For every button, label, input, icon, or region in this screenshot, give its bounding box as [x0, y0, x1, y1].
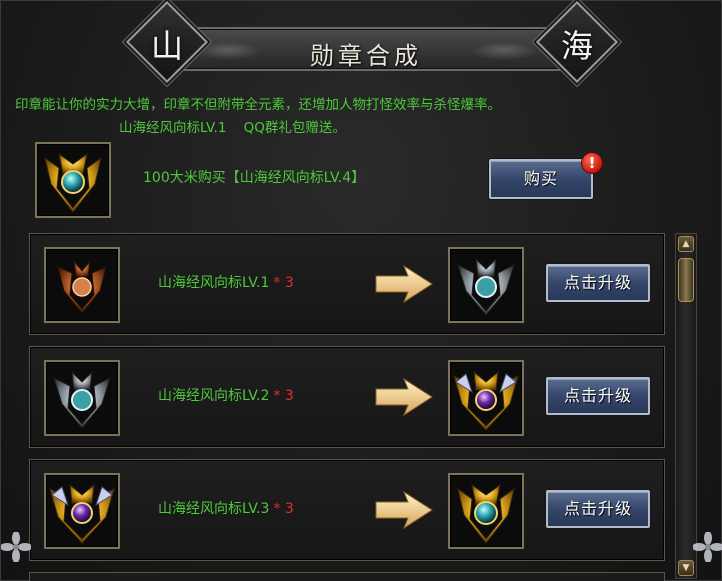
- flower-ornament-icon: [1, 532, 31, 562]
- upgrade-item-name: 山海经风向标LV.2: [158, 388, 270, 404]
- title-bar: 勋章合成: [161, 27, 571, 71]
- upgrade-item-label: 山海经风向标LV.2 * 3: [158, 385, 294, 405]
- upgrade-button[interactable]: 点击升级: [546, 490, 650, 528]
- silver-medal-graphic: [53, 370, 111, 429]
- gold-medal-graphic: [44, 152, 102, 213]
- gold-medal-icon: [448, 473, 524, 549]
- upgrade-quantity: * 3: [273, 501, 294, 517]
- flower-ornament-icon: [693, 532, 722, 562]
- upgrade-row: 山海经风向标LV.1 * 3 点击升级: [29, 233, 665, 335]
- upgrade-item-label: 山海经风向标LV.3 * 3: [158, 498, 294, 518]
- list-scrollbar[interactable]: ▲ ▼: [675, 233, 697, 579]
- scroll-down-icon[interactable]: ▼: [678, 560, 694, 576]
- medal-synthesis-panel: 勋章合成 山 海 印章能让你的实力大增，印章不但附带全元素，还增加人物打怪效率与…: [0, 0, 722, 581]
- window-title: 勋章合成: [310, 42, 422, 70]
- silver-medal-icon: [448, 247, 524, 323]
- bronze-medal-graphic: [57, 259, 107, 314]
- upgrade-item-name: 山海经风向标LV.3: [158, 501, 270, 517]
- title-left-char: 山: [150, 27, 183, 65]
- description-line-1: 印章能让你的实力大增，印章不但附带全元素，还增加人物打怪效率与杀怪爆率。: [15, 97, 501, 113]
- upgrade-quantity: * 3: [273, 275, 294, 291]
- upgrade-item-name: 山海经风向标LV.1: [158, 275, 270, 291]
- bronze-medal-icon: [44, 247, 120, 323]
- upgrade-row-partial: [29, 572, 665, 581]
- scroll-thumb[interactable]: [678, 258, 694, 302]
- upgrade-button[interactable]: 点击升级: [546, 264, 650, 302]
- upgrade-quantity: * 3: [273, 388, 294, 404]
- silver-medal-graphic: [457, 257, 515, 316]
- upgrade-row: 山海经风向标LV.2 * 3 点击升级: [29, 346, 665, 448]
- upgrade-item-label: 山海经风向标LV.1 * 3: [158, 272, 294, 292]
- alert-icon: !: [581, 152, 603, 174]
- purchase-prefix: 100大米购买: [143, 170, 226, 186]
- upgrade-list: 山海经风向标LV.1 * 3 点击升级 山海经风向标LV.2 * 3 点击升级 …: [29, 233, 667, 581]
- purple-gold-medal-icon: [448, 360, 524, 436]
- right-arrow-icon: [375, 490, 433, 530]
- buy-button[interactable]: 购买: [489, 159, 593, 199]
- purple-gold-medal-icon: [44, 473, 120, 549]
- upgrade-button[interactable]: 点击升级: [546, 377, 650, 415]
- scroll-up-icon[interactable]: ▲: [678, 236, 694, 252]
- silver-medal-icon: [44, 360, 120, 436]
- right-arrow-icon: [375, 264, 433, 304]
- purple-gold-medal-graphic: [453, 370, 519, 431]
- purchase-description: 100大米购买【山海经风向标LV.4】: [143, 167, 365, 187]
- purple-gold-medal-graphic: [49, 483, 115, 544]
- purchase-item-name: 【山海经风向标LV.4】: [225, 170, 366, 186]
- gold-medal-graphic: [457, 483, 515, 544]
- description-line-2: 山海经风向标LV.1 QQ群礼包赠送。: [119, 120, 346, 136]
- upgrade-row: 山海经风向标LV.3 * 3 点击升级: [29, 459, 665, 561]
- title-right-char: 海: [560, 27, 593, 65]
- right-arrow-icon: [375, 377, 433, 417]
- gold-medal-icon: [35, 142, 111, 218]
